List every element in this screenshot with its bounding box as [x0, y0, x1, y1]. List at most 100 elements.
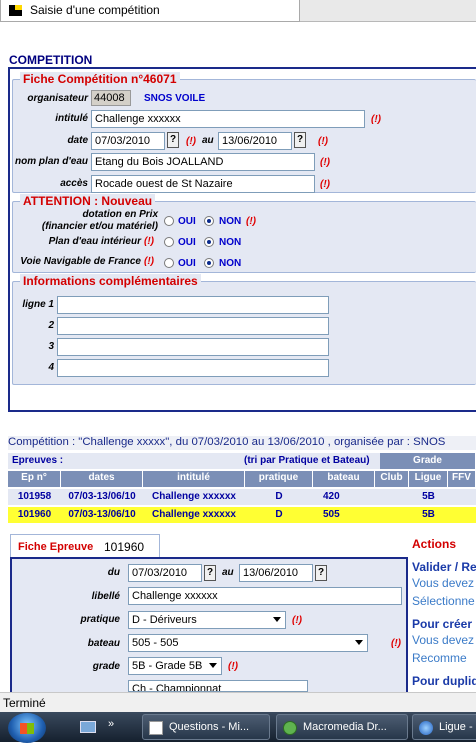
voie-navigable-label: Voie Navigable de France — [20, 256, 141, 267]
col-bateau[interactable]: bateau — [313, 471, 375, 487]
voie-navigable-oui-radio[interactable] — [164, 258, 174, 268]
du-help-button[interactable]: ? — [204, 565, 216, 581]
organisateur-code: 44008 — [91, 90, 131, 106]
dotation-oui-radio[interactable] — [164, 216, 174, 226]
epreuves-sort-note: (tri par Pratique et Bateau) — [244, 455, 370, 466]
au-input[interactable]: 13/06/2010 — [239, 564, 313, 582]
dupliquer-link[interactable]: Pour dupliq — [412, 674, 476, 688]
col-pratique[interactable]: pratique — [245, 471, 313, 487]
cell-ep: 101960 — [17, 509, 52, 520]
col-club[interactable]: Club — [375, 471, 409, 487]
date-to-input[interactable]: 13/06/2010 — [218, 132, 292, 150]
bateau-required: (!) — [391, 638, 401, 649]
voie-navigable-non-label: NON — [219, 258, 242, 269]
more-quicklaunch-icon[interactable]: » — [108, 718, 114, 730]
date-label: date — [67, 135, 88, 146]
pratique-value: D - Dériveurs — [132, 614, 197, 626]
cell-bateau: 505 — [323, 509, 340, 520]
browser-icon — [419, 721, 433, 735]
info-line-2-input[interactable] — [57, 317, 329, 335]
intitule-label: intitulé — [55, 113, 88, 124]
voie-navigable-non-radio[interactable] — [204, 258, 214, 268]
libelle-input[interactable]: Challenge xxxxxx — [128, 587, 402, 605]
epreuves-table: Epreuves : (tri par Pratique et Bateau) … — [8, 453, 476, 523]
tab-current[interactable]: Saisie d'une compétition — [0, 0, 300, 22]
plan-interieur-non-label: NON — [219, 237, 242, 248]
action-note-1: Vous devez — [412, 576, 475, 590]
dotation-non-radio[interactable] — [204, 216, 214, 226]
col-intitule[interactable]: intitulé — [143, 471, 245, 487]
taskbar-item-questions[interactable]: Questions - Mi... — [142, 714, 270, 740]
cell-pratique: D — [275, 491, 283, 502]
taskbar-label-questions: Questions - Mi... — [169, 721, 250, 733]
libelle-label: libellé — [91, 591, 120, 602]
plan-interieur-oui-radio[interactable] — [164, 237, 174, 247]
actions-title: Actions — [412, 537, 457, 551]
acces-input[interactable]: Rocade ouest de St Nazaire — [91, 175, 315, 193]
next-value: Ch - Championnat — [132, 683, 222, 692]
fiche-epreuve-tab[interactable]: Fiche Epreuve 101960 — [10, 534, 160, 558]
date-au-label: au — [202, 135, 214, 146]
organisateur-name: SNOS VOILE — [144, 93, 206, 104]
taskbar-label-dreamweaver: Macromedia Dr... — [303, 721, 387, 733]
table-row-selected[interactable]: 101960 07/03-13/06/10 Challenge xxxxxx D… — [8, 507, 476, 523]
next-select[interactable]: Ch - Championnat — [128, 680, 308, 692]
tab-bar-empty — [300, 0, 476, 22]
dotation-oui-label: OUI — [178, 216, 196, 227]
cell-ligue: 5B — [422, 509, 435, 520]
dreamweaver-icon — [283, 721, 297, 735]
start-button[interactable] — [8, 713, 46, 743]
cell-pratique: D — [275, 509, 283, 520]
date-to-help-button[interactable]: ? — [294, 132, 306, 148]
valider-link[interactable]: Valider / Re — [412, 560, 476, 574]
grade-required: (!) — [228, 661, 238, 672]
cell-dates: 07/03-13/06/10 — [68, 491, 136, 502]
taskbar-item-ligue[interactable]: Ligue - — [412, 714, 476, 740]
dotation-non-label: NON — [219, 216, 242, 227]
info-line-3-input[interactable] — [57, 338, 329, 356]
grade-header: Grade — [380, 453, 476, 469]
info-line-4-input[interactable] — [57, 359, 329, 377]
plan-eau-required: (!) — [320, 157, 330, 168]
date-from-required: (!) — [186, 136, 196, 147]
au-help-button[interactable]: ? — [315, 565, 327, 581]
col-dates[interactable]: dates — [61, 471, 143, 487]
bateau-label: bateau — [87, 638, 120, 649]
status-text: Terminé — [3, 696, 46, 710]
acces-required: (!) — [320, 179, 330, 190]
table-row[interactable]: 101958 07/03-13/06/10 Challenge xxxxxx D… — [8, 489, 476, 505]
date-from-help-button[interactable]: ? — [167, 132, 179, 148]
plan-interieur-non-radio[interactable] — [204, 237, 214, 247]
plan-interieur-label: Plan d'eau intérieur — [48, 236, 141, 247]
bateau-select[interactable]: 505 - 505 — [128, 634, 368, 652]
attention-legend: ATTENTION : Nouveau — [20, 194, 156, 208]
cell-intitule: Challenge xxxxxx — [152, 491, 236, 502]
taskbar-item-dreamweaver[interactable]: Macromedia Dr... — [276, 714, 408, 740]
windows-logo-icon — [20, 723, 34, 734]
cell-bateau: 420 — [323, 491, 340, 502]
pratique-select[interactable]: D - Dériveurs — [128, 611, 286, 629]
date-to-required: (!) — [318, 136, 328, 147]
dotation-label-1: dotation en Prix — [82, 209, 158, 220]
col-ffv[interactable]: FFV — [448, 471, 476, 487]
infos-legend: Informations complémentaires — [20, 274, 201, 288]
col-ligue[interactable]: Ligue — [409, 471, 448, 487]
grade-select[interactable]: 5B - Grade 5B — [128, 657, 222, 675]
du-input[interactable]: 07/03/2010 — [128, 564, 202, 582]
document-icon — [149, 721, 163, 735]
intitule-input[interactable]: Challenge xxxxxx — [91, 110, 365, 128]
flag-icon — [9, 5, 22, 16]
info-line-4-label: 4 — [48, 362, 54, 373]
plan-eau-input[interactable]: Etang du Bois JOALLAND — [91, 153, 315, 171]
du-label: du — [107, 567, 120, 578]
show-desktop-icon[interactable] — [80, 721, 96, 733]
taskbar: » Questions - Mi... Macromedia Dr... Lig… — [0, 712, 476, 743]
bateau-value: 505 - 505 — [132, 637, 179, 649]
voie-navigable-required: (!) — [144, 256, 154, 267]
date-from-input[interactable]: 07/03/2010 — [91, 132, 165, 150]
info-line-1-input[interactable] — [57, 296, 329, 314]
col-ep[interactable]: Ep n° — [8, 471, 61, 487]
grade-value: 5B - Grade 5B — [132, 660, 203, 672]
status-bar: Terminé — [0, 692, 476, 712]
creer-link[interactable]: Pour créer — [412, 617, 472, 631]
